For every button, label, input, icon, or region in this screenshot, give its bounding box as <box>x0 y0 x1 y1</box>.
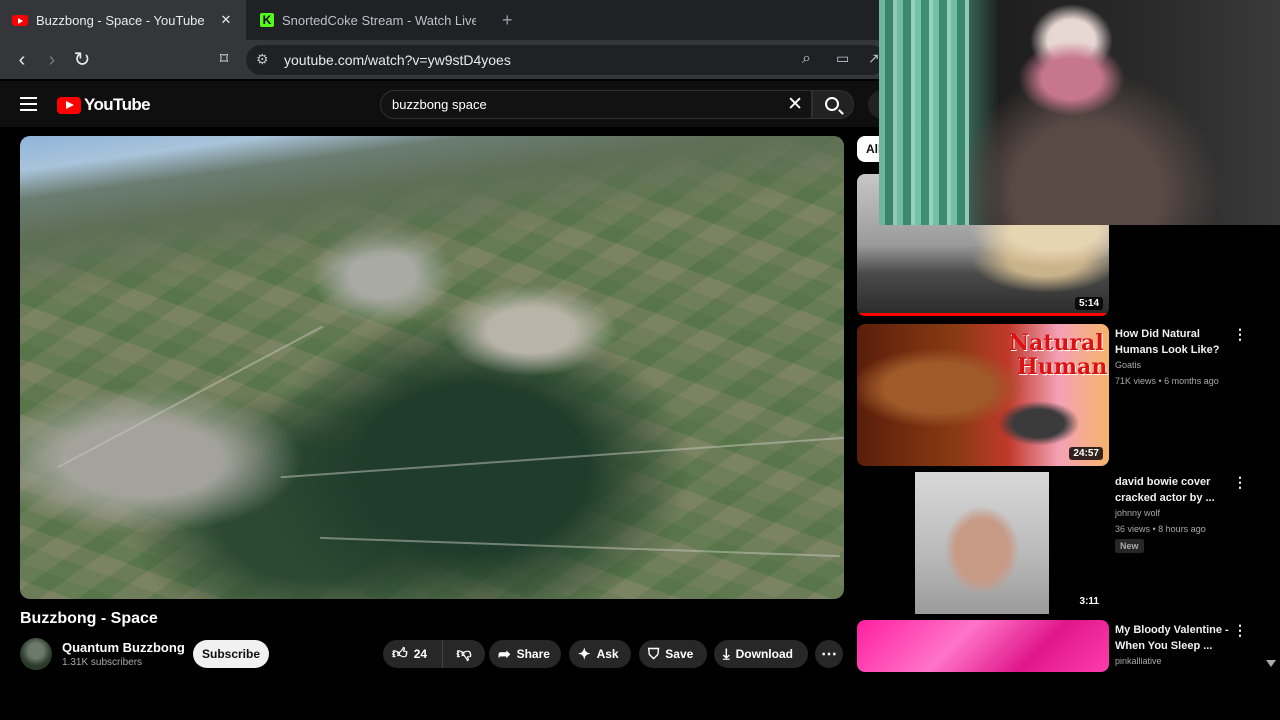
ask-label: Ask <box>596 647 619 661</box>
close-tab-icon[interactable]: ✕ <box>218 12 234 28</box>
video-title[interactable]: david bowie cover cracked actor by ... <box>1115 474 1235 506</box>
more-icon: ⋯ <box>821 646 837 663</box>
road-line <box>320 536 840 558</box>
download-label: Download <box>735 647 793 661</box>
channel-name[interactable]: pinkalliative <box>1115 656 1162 666</box>
video-title[interactable]: How Did Natural Humans Look Like? <box>1115 326 1235 358</box>
youtube-play-icon <box>57 96 81 114</box>
save-button[interactable]: ⛉ Save <box>639 640 707 668</box>
forward-arrow-icon[interactable]: › <box>40 48 64 72</box>
dislike-button[interactable]: 👎︎ <box>443 645 485 663</box>
subscribe-button[interactable]: Subscribe <box>193 640 269 668</box>
kebab-menu-icon[interactable]: ⋮ <box>1233 474 1247 491</box>
channel-name[interactable]: johnny wolf <box>1115 508 1160 518</box>
more-actions-button[interactable]: ⋯ <box>815 640 843 668</box>
reload-icon[interactable]: ↻ <box>70 48 94 72</box>
watch-progress-bar <box>857 313 1109 316</box>
list-item[interactable]: Natural Human 24:57 How Did Natural Huma… <box>857 324 1267 466</box>
menu-icon[interactable] <box>20 97 37 111</box>
duration-badge: 3:11 <box>1075 595 1103 608</box>
duration-badge: 5:14 <box>1074 297 1103 310</box>
zoom-icon[interactable]: ⌕ <box>802 50 811 68</box>
tab-youtube[interactable]: Buzzbong - Space - YouTube ✕ <box>0 0 246 40</box>
youtube-logo[interactable]: YouTube <box>57 95 151 115</box>
tab-title: Buzzbong - Space - YouTube <box>36 12 205 28</box>
video-player[interactable] <box>20 136 844 599</box>
thumbnail-text: Human <box>1017 354 1108 380</box>
subscriber-count: 1.31K subscribers <box>62 657 143 668</box>
kebab-menu-icon[interactable]: ⋮ <box>1233 326 1247 343</box>
sparkle-icon: ✦ <box>578 646 591 663</box>
channel-name[interactable]: Goatis <box>1115 360 1141 370</box>
download-icon: ⤓ <box>723 645 730 663</box>
save-label: Save <box>665 647 694 661</box>
video-thumbnail[interactable]: Natural Human 24:57 <box>857 324 1109 466</box>
thumbs-down-icon: 👎︎ <box>456 645 472 662</box>
url-text: youtube.com/watch?v=yw9stD4yoes <box>284 52 511 68</box>
thumbnail-text: Natural <box>1009 330 1104 356</box>
extension-icon[interactable]: ↗ <box>868 50 880 67</box>
search-input[interactable]: buzzbong space ✕ <box>380 90 812 119</box>
search-query: buzzbong space <box>392 97 487 112</box>
road-line <box>280 435 844 479</box>
video-meta: 36 views • 8 hours ago <box>1115 524 1206 534</box>
tab-title: SnortedCoke Stream - Watch Live on <box>282 12 476 28</box>
youtube-wordmark: YouTube <box>84 95 151 114</box>
search-button[interactable] <box>812 90 854 119</box>
kick-favicon-icon: K <box>260 13 274 27</box>
bottom-black-bar <box>0 672 1280 720</box>
thumbs-up-icon: 👍︎ <box>392 645 408 662</box>
webcam-overlay <box>879 0 1280 225</box>
scroll-down-arrow-icon[interactable] <box>1266 660 1276 667</box>
video-thumbnail[interactable]: 3:11 <box>857 472 1109 614</box>
bookmark-icon[interactable]: ⌑ <box>212 48 236 72</box>
webcam-background-curtain <box>879 0 969 225</box>
back-arrow-icon[interactable]: ‹ <box>10 48 34 72</box>
address-bar[interactable]: ⚙ youtube.com/watch?v=yw9stD4yoes ⌕ ▭ ↗ <box>246 45 886 75</box>
share-label: Share <box>516 647 550 661</box>
list-item[interactable]: My Bloody Valentine - When You Sleep ...… <box>857 620 1267 672</box>
avatar[interactable] <box>20 638 52 670</box>
new-tab-button[interactable]: + <box>502 10 513 31</box>
share-icon: ➦ <box>498 646 511 663</box>
thumbnail-face <box>915 472 1049 614</box>
download-button[interactable]: ⤓ Download <box>714 640 808 668</box>
like-dislike-group: 👍︎ 24 👎︎ <box>383 640 485 668</box>
clear-search-icon[interactable]: ✕ <box>787 93 803 116</box>
like-count: 24 <box>413 647 428 661</box>
tab-kick-stream[interactable]: K SnortedCoke Stream - Watch Live on <box>248 0 488 40</box>
video-title: Buzzbong - Space <box>20 610 158 627</box>
like-button[interactable]: 👍︎ 24 <box>383 640 443 668</box>
video-thumbnail[interactable] <box>857 620 1109 672</box>
new-badge: New <box>1115 539 1144 553</box>
video-meta: 71K views • 6 months ago <box>1115 376 1219 386</box>
duration-badge: 24:57 <box>1069 447 1103 460</box>
road-line <box>57 325 323 469</box>
youtube-favicon-icon <box>12 14 28 26</box>
search-icon <box>825 97 839 111</box>
video-title[interactable]: My Bloody Valentine - When You Sleep ... <box>1115 622 1235 654</box>
ask-button[interactable]: ✦ Ask <box>569 640 631 668</box>
list-item[interactable]: 3:11 david bowie cover cracked actor by … <box>857 472 1267 614</box>
kebab-menu-icon[interactable]: ⋮ <box>1233 622 1247 639</box>
cast-icon[interactable]: ▭ <box>836 50 849 67</box>
site-settings-icon[interactable]: ⚙ <box>256 51 269 68</box>
bookmark-icon: ⛉ <box>648 645 660 663</box>
channel-name[interactable]: Quantum Buzzbong <box>62 640 185 655</box>
share-button[interactable]: ➦ Share <box>489 640 561 668</box>
